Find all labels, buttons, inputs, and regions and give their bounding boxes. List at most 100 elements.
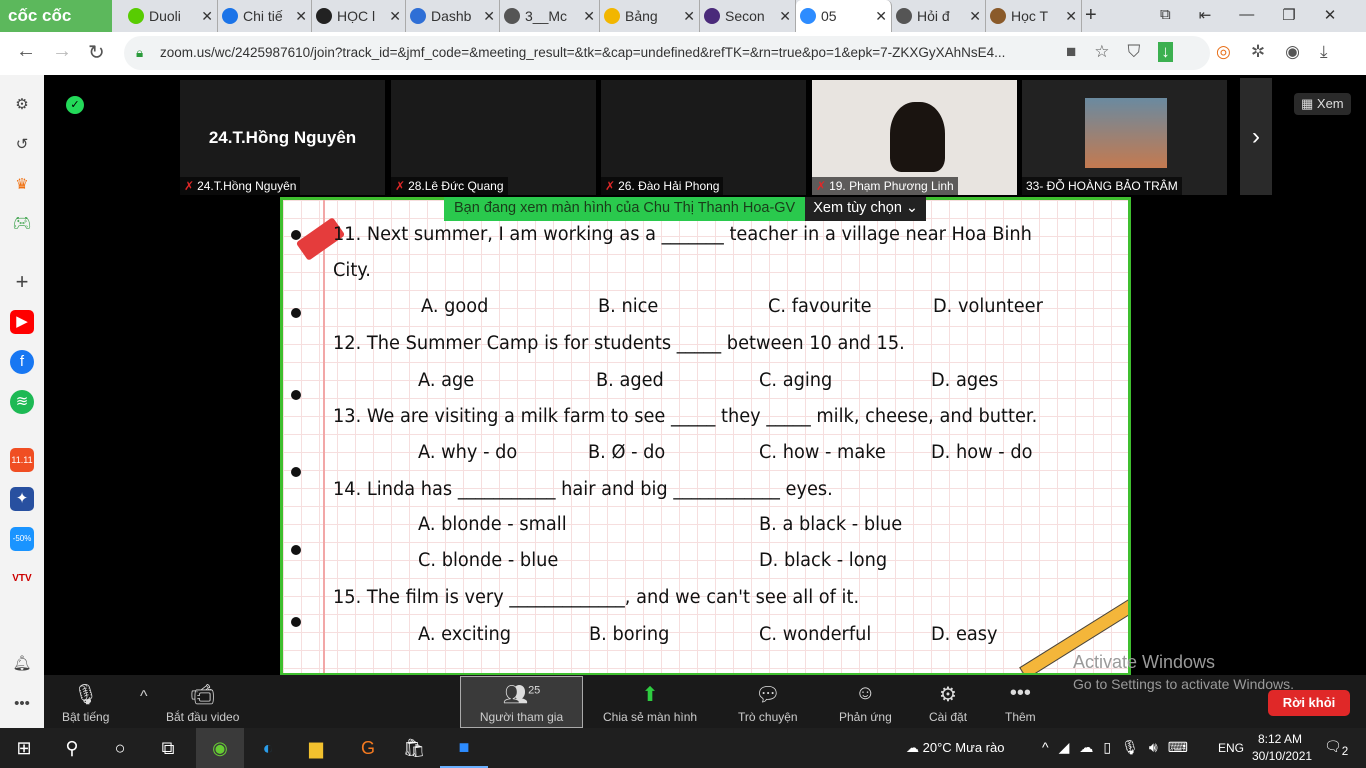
download-green-icon[interactable]: ↓ xyxy=(1158,42,1173,62)
participant-tile[interactable]: ✗ 19. Phạm Phương Linh xyxy=(812,80,1017,195)
close-tab-icon[interactable]: ✕ xyxy=(295,8,307,25)
minimize-icon[interactable]: — xyxy=(1239,6,1254,24)
maximize-icon[interactable]: ❐ xyxy=(1282,6,1295,24)
settings-icon[interactable]: ⚙ xyxy=(10,93,34,117)
camera-icon[interactable]: ■ xyxy=(1066,42,1076,62)
close-tab-icon[interactable]: ✕ xyxy=(389,8,401,25)
vtv-icon[interactable]: VTV xyxy=(10,567,34,591)
answer-option[interactable]: B. aged xyxy=(596,370,664,391)
participants-button[interactable]: 👥︎25 Người tham gia xyxy=(460,676,583,728)
answer-option[interactable]: B. Ø - do xyxy=(588,442,665,463)
reactions-button[interactable]: ☺ Phản ứng xyxy=(839,682,892,724)
task-view-icon[interactable]: ⧉ xyxy=(144,728,192,768)
more-icon[interactable]: ••• xyxy=(10,692,34,716)
forward-icon[interactable]: → xyxy=(52,40,72,63)
search-tabs-icon[interactable]: ⧉ xyxy=(1160,6,1171,24)
microphone-icon[interactable]: 🎙︎ xyxy=(1121,739,1139,756)
answer-option[interactable]: D. ages xyxy=(931,370,998,391)
browser-tab[interactable]: Chi tiế ✕ xyxy=(218,0,312,32)
close-tab-icon[interactable]: ✕ xyxy=(875,8,887,25)
browser-tab[interactable]: Hỏi đ ✕ xyxy=(892,0,986,32)
close-icon[interactable]: ✕ xyxy=(1324,6,1337,24)
answer-option[interactable]: A. exciting xyxy=(418,624,511,645)
more-button[interactable]: ••• Thêm xyxy=(1005,682,1036,724)
participant-tile[interactable]: 24.T.Hồng Nguyên ✗ 24.T.Hồng Nguyên xyxy=(180,80,385,195)
windows-start-icon[interactable]: ⊞ xyxy=(0,728,48,768)
answer-option[interactable]: C. favourite xyxy=(768,296,872,317)
new-tab-button[interactable]: + xyxy=(1085,4,1097,27)
clock[interactable]: 8:12 AM 30/10/2021 xyxy=(1252,731,1312,765)
answer-option[interactable]: C. how - make xyxy=(759,442,886,463)
browser-logo[interactable]: cốc cốc xyxy=(0,0,112,32)
chat-button[interactable]: 💬︎ Trò chuyện xyxy=(738,682,798,724)
browser-tab[interactable]: Dashb ✕ xyxy=(406,0,500,32)
close-tab-icon[interactable]: ✕ xyxy=(201,8,213,25)
answer-option[interactable]: D. easy xyxy=(931,624,998,645)
show-hidden-icons[interactable]: ^ xyxy=(1042,739,1049,756)
crown-icon[interactable]: ♛ xyxy=(10,173,34,197)
view-options-button[interactable]: Xem tùy chọn ⌄ xyxy=(805,197,927,221)
answer-option[interactable]: D. black - long xyxy=(759,550,887,571)
search-icon[interactable]: ⚲ xyxy=(48,728,96,768)
view-button[interactable]: ▦ Xem xyxy=(1294,93,1351,115)
leave-button[interactable]: Rời khỏi xyxy=(1268,690,1350,716)
participant-tile[interactable]: 33- ĐỖ HOÀNG BẢO TRÂM xyxy=(1022,80,1227,195)
spotify-icon[interactable]: ≋ xyxy=(10,390,34,414)
cortana-icon[interactable]: ○ xyxy=(96,728,144,768)
weather-widget[interactable]: ☁ 20°C Mưa rào xyxy=(906,740,1004,756)
browser-tab[interactable]: Duoli ✕ xyxy=(124,0,218,32)
zoom-taskbar-icon[interactable]: ■ xyxy=(440,728,488,768)
next-participants-button[interactable]: › xyxy=(1240,78,1272,195)
coccoc-taskbar-icon[interactable]: ◉ xyxy=(196,728,244,768)
game-icon[interactable]: 🎮︎ xyxy=(10,212,34,236)
extension-coccoc-icon[interactable]: ◎ xyxy=(1216,42,1231,62)
browser-tab[interactable]: Học T ✕ xyxy=(986,0,1082,32)
notification-center-icon[interactable]: 🗨︎2 xyxy=(1324,738,1348,758)
encryption-shield-icon[interactable]: ✓ xyxy=(66,96,84,114)
network-icon[interactable]: ◢ xyxy=(1059,739,1070,756)
answer-option[interactable]: B. boring xyxy=(589,624,669,645)
battery-icon[interactable]: ▯ xyxy=(1103,739,1111,756)
close-tab-icon[interactable]: ✕ xyxy=(483,8,495,25)
back-history-icon[interactable]: ⇤ xyxy=(1199,6,1212,24)
answer-option[interactable]: A. good xyxy=(421,296,488,317)
edge-icon[interactable]: ◐ xyxy=(244,728,292,768)
browser-tab[interactable]: Bảng ✕ xyxy=(600,0,700,32)
close-tab-icon[interactable]: ✕ xyxy=(969,8,981,25)
bookmark-star-icon[interactable]: ☆ xyxy=(1094,42,1109,62)
history-icon[interactable]: ↺ xyxy=(10,133,34,157)
start-video-button[interactable]: 📹︎ Bắt đầu video xyxy=(166,682,239,724)
answer-option[interactable]: A. why - do xyxy=(418,442,517,463)
settings-button[interactable]: ⚙ Cài đặt xyxy=(929,682,967,724)
downloads-icon[interactable]: ⤓ xyxy=(1320,42,1328,62)
notification-bell-icon[interactable]: 🔔︎ xyxy=(10,652,34,676)
facebook-icon[interactable]: f xyxy=(10,350,34,374)
keyboard-icon[interactable]: ⌨ xyxy=(1168,739,1188,756)
answer-option[interactable]: A. age xyxy=(418,370,474,391)
add-icon[interactable]: + xyxy=(10,270,34,294)
back-icon[interactable]: ← xyxy=(16,40,36,63)
tiki-icon[interactable]: -50% xyxy=(10,527,34,551)
shopee-icon[interactable]: 11.11 xyxy=(10,448,34,472)
browser-tab[interactable]: HỌC l ✕ xyxy=(312,0,406,32)
browser-tab[interactable]: Secon ✕ xyxy=(700,0,796,32)
pdf-app-icon[interactable]: G xyxy=(344,728,392,768)
unmute-button[interactable]: 🎙︎ Bật tiếng xyxy=(62,682,109,724)
answer-option[interactable]: D. volunteer xyxy=(933,296,1043,317)
url-input[interactable]: 🔒︎ zoom.us/wc/2425987610/join?track_id=&j… xyxy=(124,36,1210,70)
reload-icon[interactable]: ↻ xyxy=(88,40,105,65)
close-tab-icon[interactable]: ✕ xyxy=(779,8,791,25)
extensions-icon[interactable]: ✲ xyxy=(1251,42,1265,62)
answer-option[interactable]: D. how - do xyxy=(931,442,1032,463)
language-indicator[interactable]: ENG xyxy=(1218,741,1244,755)
close-tab-icon[interactable]: ✕ xyxy=(1065,8,1077,25)
answer-option[interactable]: C. blonde - blue xyxy=(418,550,558,571)
youtube-icon[interactable]: ▶ xyxy=(10,310,34,334)
answer-option[interactable]: B. a black - blue xyxy=(759,514,902,535)
share-screen-button[interactable]: ⬆ Chia sẻ màn hình xyxy=(603,682,697,724)
store-icon[interactable]: 🛍︎ xyxy=(390,728,438,768)
audio-options-caret[interactable]: ^ xyxy=(140,688,148,706)
profile-icon[interactable]: ◉ xyxy=(1285,42,1300,62)
onedrive-icon[interactable]: ☁ xyxy=(1079,739,1093,756)
game-app-icon[interactable]: ✦ xyxy=(10,487,34,511)
